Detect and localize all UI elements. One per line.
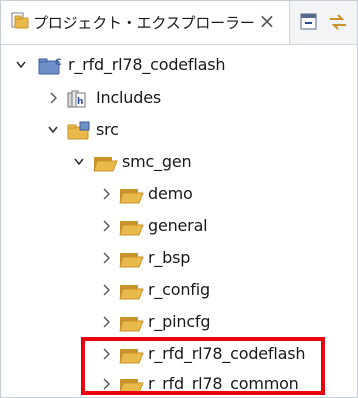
c-project-icon: C bbox=[38, 56, 64, 80]
tree-label: general bbox=[148, 216, 208, 235]
tree-item-r-pincfg[interactable]: r_pincfg bbox=[1, 307, 357, 339]
tree-label: r_pincfg bbox=[148, 312, 211, 331]
project-explorer-view: プロジェクト・エクスプローラー × C r_rfd_rl78_codeflash… bbox=[0, 0, 358, 398]
tree-item-smc-gen[interactable]: smc_gen bbox=[1, 147, 357, 179]
tree-item-general[interactable]: general bbox=[1, 211, 357, 243]
tree-item-r-bsp[interactable]: r_bsp bbox=[1, 243, 357, 275]
folder-icon bbox=[119, 249, 145, 273]
tree-item-r-config[interactable]: r_config bbox=[1, 275, 357, 307]
chevron-right-icon[interactable] bbox=[47, 91, 59, 105]
close-icon[interactable]: × bbox=[256, 9, 278, 33]
project-label: r_rfd_rl78_codeflash bbox=[68, 55, 226, 74]
tree-label: src bbox=[96, 120, 119, 139]
tree-item-project[interactable]: C r_rfd_rl78_codeflash bbox=[1, 50, 357, 82]
chevron-right-icon[interactable] bbox=[100, 219, 112, 233]
chevron-right-icon[interactable] bbox=[100, 283, 112, 297]
folder-open-icon bbox=[93, 153, 119, 177]
chevron-right-icon[interactable] bbox=[100, 187, 112, 201]
chevron-right-icon[interactable] bbox=[100, 315, 112, 329]
highlight-box bbox=[81, 337, 325, 395]
link-with-editor-icon[interactable] bbox=[327, 11, 349, 33]
view-tab-bar: プロジェクト・エクスプローラー × bbox=[1, 1, 357, 45]
tree-label: Includes bbox=[96, 88, 161, 107]
folder-icon bbox=[119, 217, 145, 241]
svg-text:C: C bbox=[55, 58, 62, 68]
folder-icon bbox=[119, 185, 145, 209]
project-explorer-icon bbox=[11, 12, 29, 36]
chevron-down-icon[interactable] bbox=[47, 123, 59, 137]
tree-label: r_bsp bbox=[148, 248, 191, 267]
folder-icon bbox=[119, 281, 145, 305]
tree-label: r_config bbox=[148, 280, 210, 299]
tree-item-demo[interactable]: demo bbox=[1, 179, 357, 211]
tree-item-src[interactable]: src bbox=[1, 115, 357, 147]
project-explorer-tab[interactable]: プロジェクト・エクスプローラー × bbox=[1, 1, 290, 44]
tab-title: プロジェクト・エクスプローラー bbox=[33, 14, 255, 32]
tree-label: smc_gen bbox=[122, 152, 192, 171]
folder-icon bbox=[119, 313, 145, 337]
chevron-right-icon[interactable] bbox=[100, 251, 112, 265]
collapse-all-icon[interactable] bbox=[298, 11, 320, 33]
chevron-down-icon[interactable] bbox=[73, 155, 85, 169]
tree-item-includes[interactable]: h Includes bbox=[1, 83, 357, 115]
tree-label: demo bbox=[148, 184, 193, 203]
svg-text:h: h bbox=[77, 97, 83, 107]
source-folder-icon bbox=[67, 121, 93, 145]
includes-icon: h bbox=[67, 89, 89, 113]
chevron-down-icon[interactable] bbox=[15, 58, 27, 72]
